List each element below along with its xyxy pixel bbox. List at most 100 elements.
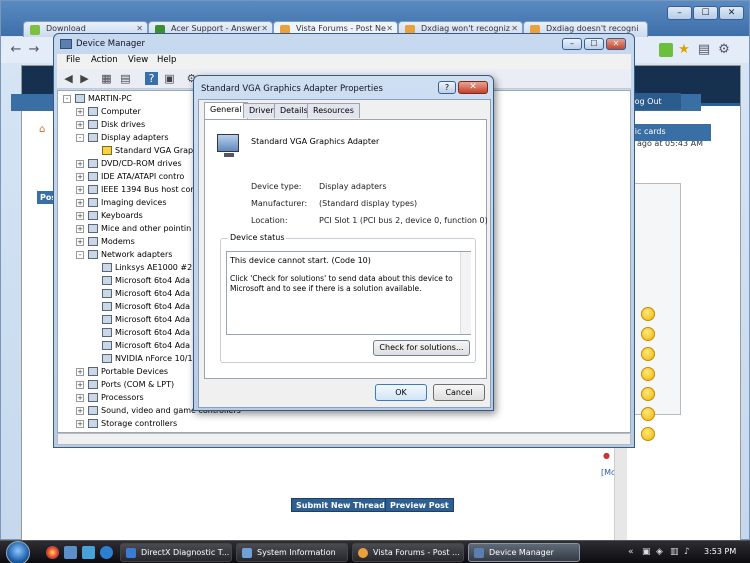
tray-chevron-icon[interactable]: « — [628, 547, 638, 557]
expand-icon[interactable]: + — [76, 380, 84, 389]
tree-node[interactable]: Linksys AE1000 #2 — [102, 262, 192, 274]
tab-close-icon[interactable]: ✕ — [261, 24, 268, 33]
collapse-icon[interactable]: - — [63, 94, 71, 103]
menu-view[interactable]: View — [128, 55, 148, 65]
cancel-button[interactable]: Cancel — [433, 384, 485, 401]
tree-node[interactable]: + Imaging devices — [76, 197, 167, 209]
tree-node[interactable]: - Network adapters — [76, 249, 172, 261]
help-icon[interactable]: ? — [145, 72, 158, 85]
tree-node[interactable]: + IEEE 1394 Bus host cor — [76, 184, 194, 196]
tab-close-icon[interactable]: ✕ — [386, 24, 393, 33]
wrench-icon[interactable]: ⚙ — [717, 43, 731, 57]
taskbar-item-dxdiag[interactable]: DirectX Diagnostic T... — [120, 543, 232, 562]
chrome-quicklaunch-icon[interactable] — [46, 546, 59, 559]
smiley-icon[interactable] — [641, 347, 655, 361]
back-arrow-icon[interactable]: ← — [9, 43, 23, 57]
expand-icon[interactable]: + — [76, 159, 84, 168]
internet-explorer-icon[interactable] — [100, 546, 113, 559]
check-for-solutions-button[interactable]: Check for solutions... — [373, 340, 470, 356]
expand-icon[interactable]: + — [76, 120, 84, 129]
device-status-textbox[interactable]: This device cannot start. (Code 10) Clic… — [226, 251, 471, 335]
home-icon[interactable]: ⌂ — [39, 124, 45, 135]
tree-node[interactable]: + Processors — [76, 392, 144, 404]
forward-icon[interactable]: ▶ — [78, 72, 91, 85]
expand-icon[interactable]: + — [76, 198, 84, 207]
bookmark-star-icon[interactable]: ★ — [677, 43, 691, 57]
tree-node[interactable]: Microsoft 6to4 Ada — [102, 327, 190, 339]
tree-node[interactable]: + Storage controllers — [76, 418, 177, 430]
tree-node[interactable]: Microsoft 6to4 Ada — [102, 301, 190, 313]
menu-action[interactable]: Action — [91, 55, 118, 65]
collapse-icon[interactable]: - — [76, 133, 84, 142]
properties-icon[interactable]: ▤ — [119, 72, 132, 85]
tree-node[interactable]: + Computer — [76, 106, 141, 118]
browser-maximize-button[interactable]: ☐ — [693, 6, 718, 20]
start-button-icon[interactable] — [6, 541, 30, 563]
tree-node[interactable]: Microsoft 6to4 Ada — [102, 288, 190, 300]
dm-maximize-button[interactable]: ☐ — [584, 38, 604, 50]
tree-node[interactable]: - MARTIN-PC — [63, 93, 132, 105]
menu-file[interactable]: File — [66, 55, 80, 65]
tree-node[interactable]: + Portable Devices — [76, 366, 168, 378]
submit-thread-button[interactable]: Submit New Thread — [291, 498, 390, 512]
tab-resources[interactable]: Resources — [307, 103, 360, 118]
tree-node[interactable]: + DVD/CD-ROM drives — [76, 158, 182, 170]
smiley-icon[interactable] — [641, 327, 655, 341]
switch-windows-icon[interactable] — [82, 546, 95, 559]
tray-app-icon[interactable]: ▣ — [642, 547, 652, 557]
browser-minimize-button[interactable]: – — [667, 6, 692, 20]
back-icon[interactable]: ◀ — [62, 72, 75, 85]
collapse-icon[interactable]: - — [76, 250, 84, 259]
taskbar-item-vista-forums[interactable]: Vista Forums - Post ... — [352, 543, 464, 562]
tree-node[interactable]: Microsoft 6to4 Ada — [102, 275, 190, 287]
view-icon[interactable]: ▣ — [163, 72, 176, 85]
smiley-icon[interactable] — [641, 307, 655, 321]
tab-close-icon[interactable]: ✕ — [511, 24, 518, 33]
expand-icon[interactable]: + — [76, 237, 84, 246]
tree-node[interactable]: - Display adapters — [76, 132, 169, 144]
expand-icon[interactable]: + — [76, 406, 84, 415]
smiley-icon[interactable] — [641, 387, 655, 401]
page-menu-icon[interactable]: ▤ — [697, 43, 711, 57]
tree-node[interactable]: + Mice and other pointin — [76, 223, 191, 235]
extension-icon[interactable] — [659, 43, 673, 57]
tree-node[interactable]: NVIDIA nForce 10/1 — [102, 353, 193, 365]
expand-icon[interactable]: + — [76, 185, 84, 194]
tree-node[interactable]: Microsoft 6to4 Ada — [102, 340, 190, 352]
status-scrollbar[interactable] — [460, 252, 471, 334]
tree-node[interactable]: + IDE ATA/ATAPI contro — [76, 171, 184, 183]
expand-icon[interactable]: + — [76, 367, 84, 376]
expand-icon[interactable]: + — [76, 211, 84, 220]
taskbar-item-device-manager[interactable]: Device Manager — [468, 543, 580, 562]
smiley-icon[interactable] — [641, 427, 655, 441]
preview-post-button[interactable]: Preview Post — [385, 498, 454, 512]
tree-node[interactable]: + Disk drives — [76, 119, 145, 131]
tray-clock[interactable]: 3:53 PM — [704, 547, 736, 556]
tree-node[interactable]: Standard VGA Grap — [102, 145, 193, 157]
dialog-help-button[interactable]: ? — [438, 81, 456, 94]
network-tray-icon[interactable]: ▥ — [670, 547, 680, 557]
expand-icon[interactable]: + — [76, 224, 84, 233]
expand-icon[interactable]: + — [76, 419, 84, 428]
device-manager-titlebar[interactable]: Device Manager – ☐ ✕ — [54, 34, 634, 54]
tray-app-icon[interactable]: ◈ — [656, 547, 666, 557]
tab-general[interactable]: General — [204, 102, 248, 119]
menu-help[interactable]: Help — [157, 55, 176, 65]
expand-icon[interactable]: + — [76, 393, 84, 402]
show-desktop-icon[interactable] — [64, 546, 77, 559]
device-tree-hscrollbar[interactable] — [57, 433, 631, 445]
browser-close-button[interactable]: ✕ — [719, 6, 744, 20]
expand-icon[interactable]: + — [76, 172, 84, 181]
smiley-icon[interactable] — [641, 367, 655, 381]
dialog-close-button[interactable]: ✕ — [458, 81, 488, 94]
tree-node[interactable]: Microsoft 6to4 Ada — [102, 314, 190, 326]
tree-node[interactable]: + Ports (COM & LPT) — [76, 379, 174, 391]
dm-close-button[interactable]: ✕ — [606, 38, 626, 50]
volume-tray-icon[interactable]: ♪ — [684, 547, 694, 557]
forward-arrow-icon[interactable]: → — [27, 43, 41, 57]
ok-button[interactable]: OK — [375, 384, 427, 401]
tab-close-icon[interactable]: ✕ — [136, 24, 143, 33]
tree-node[interactable]: + Modems — [76, 236, 135, 248]
smiley-icon[interactable] — [641, 407, 655, 421]
taskbar-item-system-information[interactable]: System Information — [236, 543, 348, 562]
